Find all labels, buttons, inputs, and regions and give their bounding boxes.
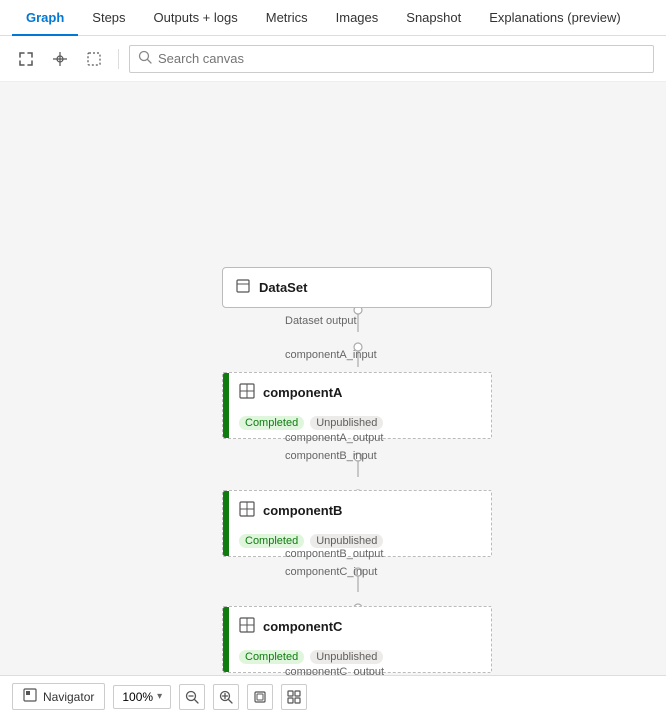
select-button[interactable]: [80, 45, 108, 73]
componentB-completed: Completed: [239, 534, 304, 548]
toolbar: [0, 36, 666, 82]
tab-graph[interactable]: Graph: [12, 0, 78, 36]
componentA-header: componentA: [223, 373, 491, 412]
navigator-label: Navigator: [43, 690, 94, 704]
tab-explanations[interactable]: Explanations (preview): [475, 0, 635, 36]
zoom-in-button[interactable]: [213, 684, 239, 710]
componentB-label: componentB: [263, 503, 342, 518]
tab-snapshot[interactable]: Snapshot: [392, 0, 475, 36]
componentB-header: componentB: [223, 491, 491, 530]
dataset-header: DataSet: [223, 268, 491, 307]
componentC-output-label: componentC_output: [285, 666, 384, 675]
componentB-icon: [239, 501, 255, 520]
componentB-status-bar: [223, 491, 229, 556]
componentB-unpublished: Unpublished: [310, 534, 383, 548]
expand-button[interactable]: [12, 45, 40, 73]
grid-view-button[interactable]: [281, 684, 307, 710]
fit-to-screen-button[interactable]: [247, 684, 273, 710]
dataset-output-label: Dataset output: [285, 315, 357, 327]
componentA-output-label: componentA_output: [285, 432, 383, 444]
dataset-node: DataSet: [222, 267, 492, 308]
componentC-header: componentC: [223, 607, 491, 646]
componentC-status-bar: [223, 607, 229, 672]
componentB-output-label: componentB_output: [285, 548, 383, 560]
zoom-display[interactable]: 100% ▾: [113, 685, 171, 709]
dataset-icon: [235, 278, 251, 297]
tab-outputs-logs[interactable]: Outputs + logs: [140, 0, 252, 36]
search-icon: [138, 50, 152, 67]
componentB-input-label: componentB_input: [285, 450, 377, 462]
pan-button[interactable]: [46, 45, 74, 73]
bottom-bar: Navigator 100% ▾: [0, 675, 666, 717]
canvas: DataSet Dataset output componentA_input …: [0, 82, 666, 675]
componentC-input-label: componentC_input: [285, 566, 377, 578]
zoom-out-button[interactable]: [179, 684, 205, 710]
zoom-level: 100%: [122, 690, 153, 704]
dataset-label: DataSet: [259, 280, 307, 295]
tab-steps[interactable]: Steps: [78, 0, 139, 36]
toolbar-divider: [118, 49, 119, 69]
componentA-node: componentA Completed Unpublished: [222, 372, 492, 439]
componentC-node: componentC Completed Unpublished: [222, 606, 492, 673]
componentB-node: componentB Completed Unpublished: [222, 490, 492, 557]
tab-metrics[interactable]: Metrics: [252, 0, 322, 36]
navigator-icon: [23, 688, 37, 705]
componentC-unpublished: Unpublished: [310, 650, 383, 664]
navigator-button[interactable]: Navigator: [12, 683, 105, 710]
tab-images[interactable]: Images: [322, 0, 393, 36]
tab-bar: Graph Steps Outputs + logs Metrics Image…: [0, 0, 666, 36]
search-box[interactable]: [129, 45, 654, 73]
componentC-completed: Completed: [239, 650, 304, 664]
componentA-icon: [239, 383, 255, 402]
componentA-completed: Completed: [239, 416, 304, 430]
componentC-label: componentC: [263, 619, 342, 634]
componentA-status-bar: [223, 373, 229, 438]
componenta-input-label: componentA_input: [285, 349, 377, 361]
zoom-chevron-icon: ▾: [157, 691, 162, 702]
componentA-unpublished: Unpublished: [310, 416, 383, 430]
componentC-icon: [239, 617, 255, 636]
search-input[interactable]: [158, 51, 645, 66]
componentA-label: componentA: [263, 385, 342, 400]
